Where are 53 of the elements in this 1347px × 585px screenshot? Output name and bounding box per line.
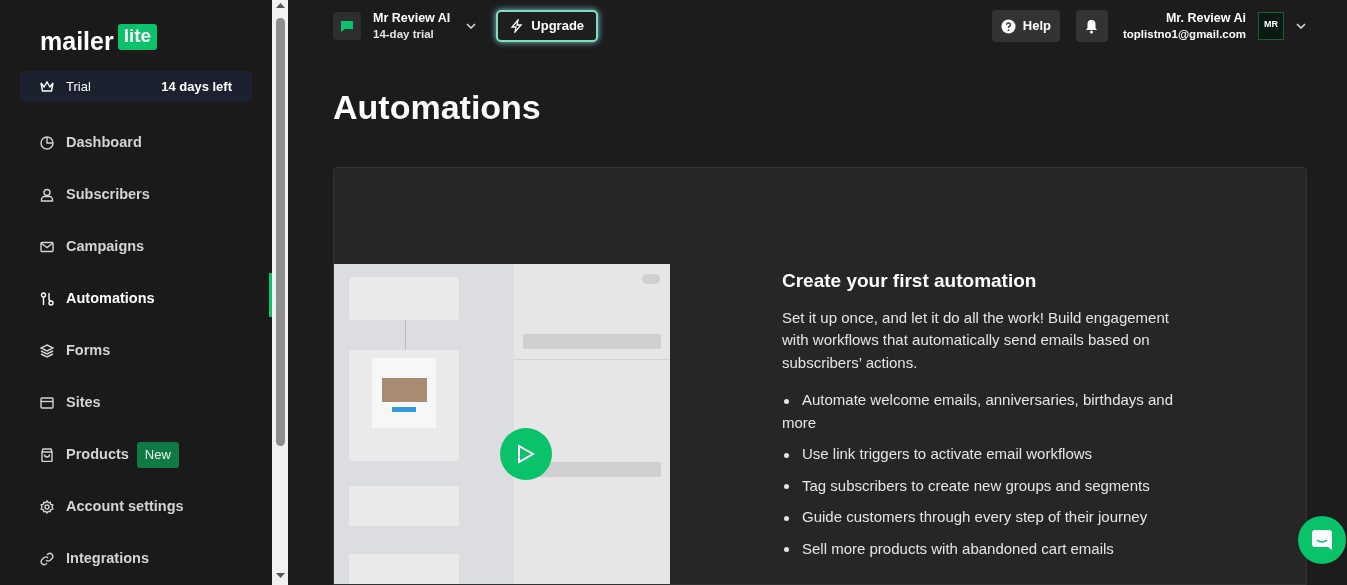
crown-icon: [40, 80, 54, 93]
layers-icon: [40, 344, 54, 358]
feature-item: Sell more products with abandoned cart emails: [782, 537, 1182, 561]
nav-item[interactable]: Campaigns: [0, 221, 272, 273]
page-title: Automations: [333, 90, 542, 124]
workspace-plan: 14-day trial: [373, 26, 435, 41]
scroll-thumb[interactable]: [275, 18, 285, 446]
bag-icon: [40, 448, 54, 462]
feature-item: Guide customers through every step of their journey: [782, 506, 1182, 529]
link-icon: [40, 552, 54, 566]
scroll-down-icon[interactable]: [275, 573, 285, 579]
play-icon: [517, 444, 535, 464]
workspace-icon[interactable]: [333, 12, 361, 40]
scrollbar[interactable]: [272, 0, 288, 585]
chevron-down-icon[interactable]: [466, 23, 477, 29]
user-email: toplistno1@gmail.com: [1122, 26, 1246, 41]
nav-item[interactable]: Automations: [0, 273, 272, 325]
trial-banner[interactable]: Trial 14 days left: [20, 71, 252, 102]
envelope-icon: [40, 240, 54, 254]
new-badge: New: [136, 442, 179, 468]
nav-item[interactable]: Subscribers: [0, 169, 272, 221]
upgrade-button[interactable]: Upgrade: [496, 10, 599, 42]
promo-title: Create your first automation: [782, 269, 1038, 293]
trial-days: 14 days left: [161, 76, 232, 97]
chevron-down-icon[interactable]: [1296, 23, 1306, 29]
nav-item[interactable]: Forms: [0, 325, 272, 377]
promo-description: Set it up once, and let it do all the work! Build engagement with workflows that automatically send emails based on subscribers’ actions.: [782, 307, 1170, 373]
help-icon: [1000, 18, 1016, 34]
trial-label: Trial: [66, 77, 91, 96]
logo-badge: lite: [117, 24, 158, 50]
nav-item[interactable]: Products New: [0, 429, 272, 481]
user-avatar[interactable]: MR: [1258, 12, 1284, 40]
nav-item[interactable]: Account settings: [0, 481, 272, 533]
chat-button[interactable]: [1298, 516, 1346, 564]
flow-icon: [40, 292, 54, 306]
gear-icon: [40, 500, 54, 514]
bell-icon: [1085, 18, 1099, 34]
help-button[interactable]: Help: [991, 10, 1060, 42]
nav-item[interactable]: Integrations: [0, 533, 272, 585]
person-icon: [40, 188, 54, 202]
user-name: Mr. Review Ai: [1165, 11, 1246, 27]
logo-text: mailer: [40, 29, 114, 54]
feature-item: Use link triggers to activate email workflows: [782, 443, 1182, 466]
notifications-button[interactable]: [1075, 10, 1108, 42]
dashboard-icon: [40, 136, 54, 150]
browser-icon: [40, 396, 54, 410]
chat-icon: [1311, 529, 1333, 551]
feature-item: Tag subscribers to create new groups and segments: [782, 474, 1182, 498]
nav-item[interactable]: Dashboard: [0, 117, 272, 169]
nav-item[interactable]: Sites: [0, 377, 272, 429]
lightning-icon: [510, 19, 524, 33]
feature-item: Automate welcome emails, anniversaries, birthdays and more: [782, 390, 1174, 433]
workspace-name[interactable]: Mr Review AI: [373, 11, 451, 27]
